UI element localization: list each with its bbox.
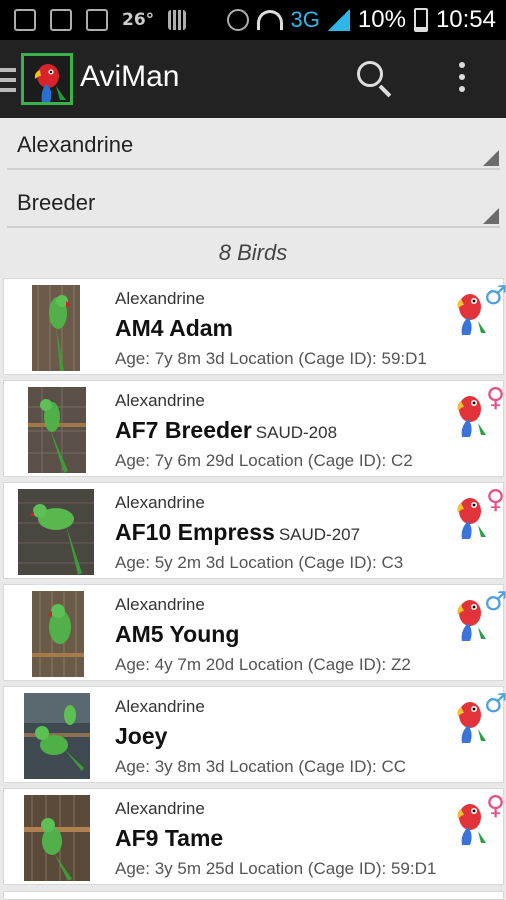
- drawer-toggle-icon[interactable]: [0, 68, 16, 98]
- female-symbol-icon: ♀: [486, 485, 506, 515]
- category-spinner-value: Breeder: [17, 190, 96, 215]
- bird-age-location: Age: 3y 5m 25d Location (Cage ID): 59:D1: [115, 859, 436, 879]
- bird-card[interactable]: Alexandrine AF7 Breeder SAUD-208 Age: 7y …: [3, 380, 505, 477]
- female-symbol-icon: ♀: [486, 791, 506, 821]
- barcode-icon: [168, 10, 187, 30]
- bird-species: Alexandrine: [115, 697, 205, 716]
- bird-age-location: Age: 4y 7m 20d Location (Cage ID): Z2: [115, 655, 411, 675]
- bird-name-text: Joey: [115, 723, 168, 749]
- bird-ring: SAUD-207: [278, 525, 361, 544]
- bird-name-text: AF7 Breeder: [115, 417, 252, 443]
- male-symbol-icon: ♂: [484, 689, 506, 719]
- status-bar: 26° 3G 10% 10:54: [0, 0, 506, 40]
- alarm-icon: [226, 9, 249, 31]
- bird-name-text: AF9 Tame: [115, 825, 224, 851]
- bird-name: AM4 Adam: [115, 315, 237, 342]
- bird-species: Alexandrine: [115, 391, 205, 410]
- battery-percent: 10%: [357, 6, 406, 33]
- dropdown-triangle-icon: [483, 208, 499, 224]
- system-indicators: 3G 10% 10:54: [226, 4, 496, 36]
- bird-location: Location (Cage ID): Z2: [238, 655, 411, 674]
- bird-species: Alexandrine: [115, 799, 205, 818]
- clock: 10:54: [435, 6, 496, 33]
- image-icon: [50, 9, 72, 31]
- bird-name: AF9 Tame: [115, 825, 227, 852]
- sex-parrot-icon: ♂: [452, 691, 506, 743]
- bird-age-location: Age: 5y 2m 3d Location (Cage ID): C3: [115, 553, 403, 573]
- bird-location: Location (Cage ID): CC: [229, 757, 407, 776]
- male-symbol-icon: ♂: [484, 281, 506, 311]
- bird-location: Location (Cage ID): 59:D1: [238, 859, 437, 878]
- gallery-icon: [86, 9, 108, 31]
- bird-age: Age: 4y 7m 20d: [115, 655, 235, 674]
- bird-age-location: Age: 7y 8m 3d Location (Cage ID): 59:D1: [115, 349, 427, 369]
- bird-species: Alexandrine: [115, 289, 205, 308]
- bird-species: Alexandrine: [115, 595, 205, 614]
- battery-icon: [413, 8, 428, 32]
- bird-name: Joey: [115, 723, 171, 750]
- bird-location: Location (Cage ID): 59:D1: [229, 349, 427, 368]
- category-spinner[interactable]: Breeder: [7, 178, 500, 228]
- bird-age-location: Age: 7y 6m 29d Location (Cage ID): C2: [115, 451, 413, 471]
- bird-count: 8 Birds: [218, 240, 288, 265]
- species-spinner-value: Alexandrine: [17, 132, 134, 157]
- bird-photo: [32, 285, 80, 371]
- bird-photo: [18, 489, 94, 575]
- bird-age: Age: 3y 5m 25d: [115, 859, 235, 878]
- temperature-text: 26°: [122, 10, 155, 30]
- sex-parrot-icon: ♀: [452, 487, 505, 539]
- parrot-logo-icon: [24, 56, 70, 102]
- bird-photo: [24, 795, 90, 881]
- signal-icon: [327, 9, 350, 31]
- wifi-icon: [256, 10, 283, 30]
- bird-card[interactable]: Alexandrine Joey Age: 3y 8m 3d Location …: [3, 686, 506, 783]
- bird-ring: SAUD-208: [255, 423, 338, 442]
- sex-parrot-icon: ♀: [452, 385, 505, 437]
- bird-card[interactable]: Alexandrine AM4 Adam Age: 7y 8m 3d Locat…: [3, 278, 506, 375]
- usb-icon: [14, 9, 36, 31]
- species-spinner[interactable]: Alexandrine: [7, 120, 500, 170]
- list-item-partial[interactable]: [3, 891, 504, 900]
- bird-age: Age: 5y 2m 3d: [115, 553, 225, 572]
- bird-card[interactable]: Alexandrine AF10 Empress SAUD-207 Age: 5y…: [3, 482, 505, 579]
- bird-name: AM5 Young: [115, 621, 243, 648]
- bird-name-text: AM4 Adam: [115, 315, 233, 341]
- app-title: AviMan: [80, 60, 180, 93]
- network-type-text: 3G: [290, 7, 320, 32]
- bird-photo: [24, 693, 90, 779]
- bird-card[interactable]: Alexandrine AF9 Tame Age: 3y 5m 25d Loca…: [3, 788, 505, 885]
- notification-icons: 26°: [14, 6, 187, 34]
- dropdown-triangle-icon: [483, 150, 499, 166]
- male-symbol-icon: ♂: [484, 587, 506, 617]
- overflow-menu-icon[interactable]: [452, 62, 472, 96]
- bird-photo: [32, 591, 84, 677]
- bird-name: AF10 Empress SAUD-207: [115, 519, 360, 546]
- bird-age: Age: 3y 8m 3d: [115, 757, 225, 776]
- app-logo[interactable]: [21, 53, 73, 105]
- bird-species: Alexandrine: [115, 493, 205, 512]
- sex-parrot-icon: ♂: [452, 589, 506, 641]
- sex-parrot-icon: ♀: [452, 793, 505, 845]
- action-bar: AviMan: [0, 40, 506, 118]
- bird-card[interactable]: Alexandrine AM5 Young Age: 4y 7m 20d Loc…: [3, 584, 506, 681]
- bird-photo: [28, 387, 86, 473]
- bird-name-text: AF10 Empress: [115, 519, 275, 545]
- female-symbol-icon: ♀: [486, 383, 506, 413]
- sex-parrot-icon: ♂: [452, 283, 506, 335]
- bird-age-location: Age: 3y 8m 3d Location (Cage ID): CC: [115, 757, 406, 777]
- search-icon[interactable]: [354, 58, 394, 98]
- bird-age: Age: 7y 8m 3d: [115, 349, 225, 368]
- bird-name-text: AM5 Young: [115, 621, 240, 647]
- bird-location: Location (Cage ID): C2: [238, 451, 413, 470]
- bird-name: AF7 Breeder SAUD-208: [115, 417, 337, 444]
- bird-age: Age: 7y 6m 29d: [115, 451, 235, 470]
- bird-location: Location (Cage ID): C3: [229, 553, 404, 572]
